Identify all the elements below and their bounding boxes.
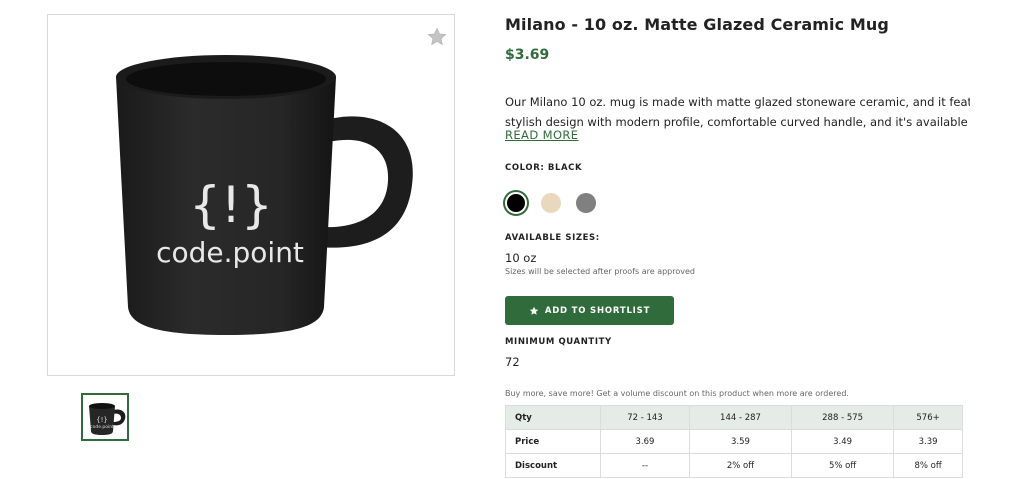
table-header-cell: Qty [505,405,601,430]
table-cell: 3.69 [600,429,690,454]
product-price: $3.69 [505,47,550,63]
add-to-shortlist-label: ADD TO SHORTLIST [544,305,651,316]
table-header-cell: 144 - 287 [688,405,793,430]
imprint-logo-text: code.point [156,236,304,269]
color-label: COLOR: BLACK [505,163,583,173]
table-cell: Discount [505,453,601,478]
description-line: Our Milano 10 oz. mug is made with matte… [505,95,970,109]
volume-discount-note: Buy more, save more! Get a volume discou… [505,389,849,398]
product-image-frame: {!} code.point [47,14,455,376]
minimum-quantity-value: 72 [505,355,520,369]
table-row: Discount -- 2% off 5% off 8% off [505,453,963,478]
imprint-logo-symbol: {!} [189,176,273,234]
favorite-star-icon[interactable] [427,27,447,47]
table-header-cell: 288 - 575 [791,405,895,430]
table-cell: -- [600,453,690,478]
size-value: 10 oz [505,251,537,265]
swatch-black[interactable] [505,192,527,214]
table-cell: 3.49 [791,429,895,454]
thumbnail-mug-image: {!} code.point [89,403,126,435]
table-cell: 5% off [791,453,895,478]
star-icon [529,306,539,315]
thumbnail-logo-symbol: {!} [96,416,108,424]
swatch-gray[interactable] [576,193,596,213]
table-header-row: Qty 72 - 143 144 - 287 288 - 575 576+ [505,405,963,430]
table-header-cell: 576+ [893,405,963,430]
table-row: Price 3.69 3.59 3.49 3.39 [505,429,963,454]
table-cell: 2% off [688,453,793,478]
product-title: Milano - 10 oz. Matte Glazed Ceramic Mug [505,15,889,34]
swatch-beige[interactable] [541,193,561,213]
read-more-link[interactable]: READ MORE [505,128,578,142]
table-cell: 3.39 [893,429,963,454]
thumbnail-logo-text: code.point [90,424,114,430]
product-thumbnail[interactable]: {!} code.point [81,393,129,441]
table-cell: 3.59 [688,429,793,454]
product-image: {!} code.point [116,55,413,335]
product-description: Our Milano 10 oz. mug is made with matte… [505,92,970,132]
table-header-cell: 72 - 143 [600,405,690,430]
minimum-quantity-label: MINIMUM QUANTITY [505,337,612,347]
size-note: Sizes will be selected after proofs are … [505,267,695,276]
available-sizes-label: AVAILABLE SIZES: [505,233,600,243]
volume-pricing-table: Qty 72 - 143 144 - 287 288 - 575 576+ Pr… [505,405,963,478]
table-cell: Price [505,429,601,454]
table-cell: 8% off [893,453,963,478]
add-to-shortlist-button[interactable]: ADD TO SHORTLIST [505,296,674,325]
